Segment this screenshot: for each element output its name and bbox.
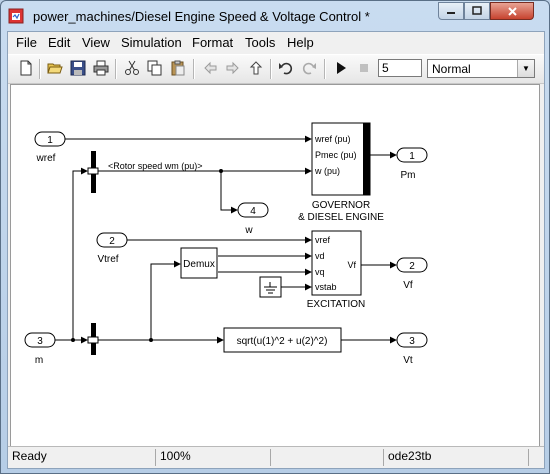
svg-text:1: 1 [409, 151, 415, 162]
svg-text:sqrt(u(1)^2 + u(2)^2): sqrt(u(1)^2 + u(2)^2) [237, 336, 328, 347]
status-state: Ready [12, 449, 47, 463]
menu-edit[interactable]: Edit [48, 35, 70, 50]
svg-text:vq: vq [315, 267, 325, 277]
status-zoom: 100% [160, 449, 191, 463]
outport-pm[interactable]: 1 Pm [396, 147, 428, 181]
governor-name-2: & DIESEL ENGINE [298, 212, 384, 223]
outport-vf[interactable]: 2 Vf [396, 257, 428, 291]
cut-icon[interactable] [122, 58, 142, 78]
menu-view[interactable]: View [82, 35, 110, 50]
maximize-icon[interactable] [464, 2, 490, 20]
status-solver: ode23tb [388, 449, 432, 463]
stop-time-input[interactable]: 5 [378, 59, 422, 77]
excitation-block[interactable]: vref vd vq vstab Vf EXCITATION [307, 230, 366, 310]
menu-tools[interactable]: Tools [245, 35, 275, 50]
menu-help[interactable]: Help [287, 35, 314, 50]
inport-wref[interactable]: 1 wref [34, 131, 66, 164]
simulink-window: power_machines/Diesel Engine Speed & Vol… [0, 0, 550, 474]
ground-block[interactable] [259, 276, 282, 298]
fcn-block[interactable]: sqrt(u(1)^2 + u(2)^2) [223, 327, 342, 353]
forward-icon[interactable] [223, 58, 243, 78]
simulation-mode-select[interactable]: Normal ▼ [427, 59, 535, 78]
governor-name-1: GOVERNOR [312, 200, 370, 211]
bus-signal-label: <Rotor speed wm (pu)> [108, 161, 203, 171]
svg-text:Vf: Vf [403, 280, 413, 291]
save-icon[interactable] [68, 58, 88, 78]
block-diagram: 1 wref 2 Vtref 3 m 1 Pm 4 w 2 Vf 3 Vt <R… [24, 122, 428, 366]
svg-text:vref: vref [315, 235, 331, 245]
excitation-name: EXCITATION [307, 299, 366, 310]
menu-simulation[interactable]: Simulation [121, 35, 182, 50]
svg-text:vd: vd [315, 251, 325, 261]
start-icon[interactable] [331, 58, 351, 78]
redo-icon[interactable] [299, 58, 319, 78]
stop-icon[interactable] [354, 58, 374, 78]
model-canvas[interactable]: 1 wref 2 Vtref 3 m 1 Pm 4 w 2 Vf 3 Vt <R… [10, 84, 540, 447]
menu-file[interactable]: File [16, 35, 37, 50]
print-icon[interactable] [91, 58, 111, 78]
svg-text:m: m [35, 355, 43, 366]
outport-w[interactable]: 4 w [237, 202, 269, 236]
simulink-app-icon [8, 8, 24, 24]
status-bar: Ready 100% ode23tb [8, 446, 544, 468]
editor-frame: File Edit View Simulation Format Tools H… [7, 31, 545, 469]
svg-text:Vf: Vf [347, 260, 356, 270]
back-icon[interactable] [200, 58, 220, 78]
title-bar[interactable]: power_machines/Diesel Engine Speed & Vol… [1, 1, 549, 31]
simulation-mode-value: Normal [432, 62, 471, 76]
svg-text:3: 3 [409, 336, 415, 347]
window-title: power_machines/Diesel Engine Speed & Vol… [33, 9, 370, 24]
svg-text:vstab: vstab [315, 282, 337, 292]
svg-text:Pm: Pm [401, 170, 416, 181]
menu-bar: File Edit View Simulation Format Tools H… [8, 32, 544, 52]
svg-text:Pmec (pu): Pmec (pu) [315, 150, 357, 160]
governor-block[interactable]: wref (pu) Pmec (pu) w (pu) GOVERNOR & DI… [298, 122, 384, 223]
open-icon[interactable] [45, 58, 65, 78]
outport-vt[interactable]: 3 Vt [396, 332, 428, 366]
close-icon[interactable] [490, 2, 534, 20]
svg-text:wref: wref [36, 153, 56, 164]
toolbar: 5 Normal ▼ [8, 54, 544, 84]
inport-vtref[interactable]: 2 Vtref [96, 232, 128, 265]
svg-text:4: 4 [250, 206, 256, 217]
up-icon[interactable] [246, 58, 266, 78]
svg-text:1: 1 [47, 135, 53, 146]
paste-icon[interactable] [168, 58, 188, 78]
svg-text:w: w [244, 225, 253, 236]
svg-text:w (pu): w (pu) [314, 166, 340, 176]
svg-text:Vt: Vt [403, 355, 413, 366]
svg-text:Demux: Demux [183, 259, 215, 270]
menu-format[interactable]: Format [192, 35, 233, 50]
svg-text:3: 3 [37, 336, 43, 347]
svg-text:Vtref: Vtref [97, 254, 118, 265]
new-icon[interactable] [16, 58, 36, 78]
copy-icon[interactable] [145, 58, 165, 78]
inport-m[interactable]: 3 m [24, 332, 56, 366]
svg-text:2: 2 [109, 236, 115, 247]
svg-text:wref (pu): wref (pu) [314, 134, 351, 144]
minimize-icon[interactable] [438, 2, 464, 20]
svg-text:2: 2 [409, 261, 415, 272]
demux-block[interactable]: Demux [180, 247, 218, 279]
undo-icon[interactable] [276, 58, 296, 78]
chevron-down-icon[interactable]: ▼ [517, 60, 534, 77]
